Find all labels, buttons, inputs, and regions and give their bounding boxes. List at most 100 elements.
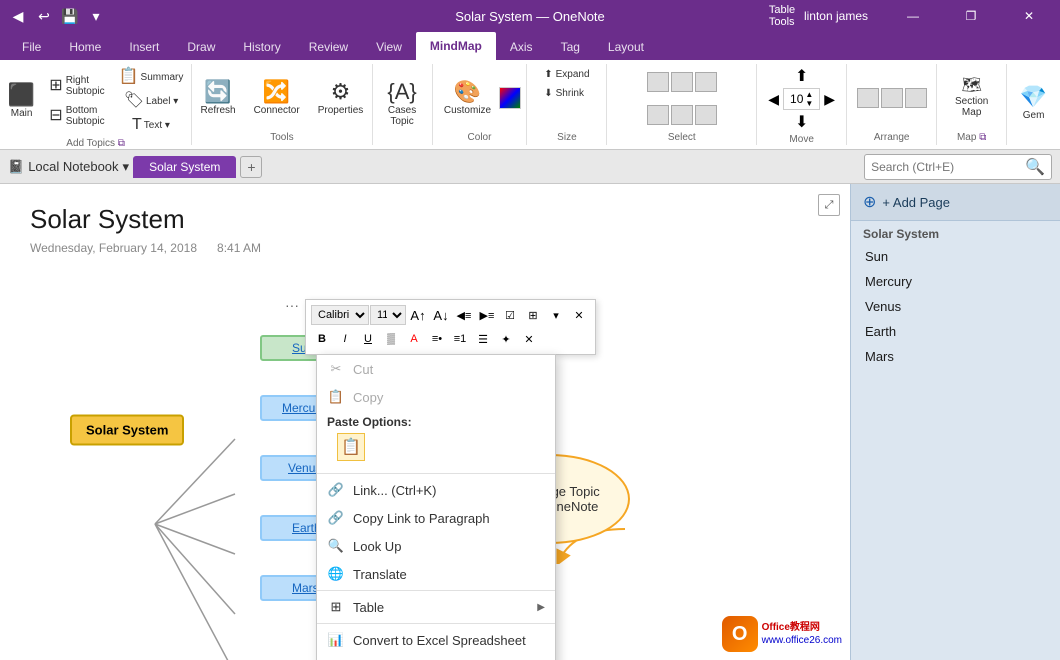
main-button[interactable]: ⬛ Main <box>2 81 41 122</box>
indent-increase-button[interactable]: ▶≡ <box>476 304 498 326</box>
bottom-subtopic-button[interactable]: ⊟ BottomSubtopic <box>43 102 110 130</box>
notebook-title[interactable]: 📓 Local Notebook ▾ <box>8 159 129 175</box>
table-insert-button[interactable]: ⊞ <box>522 304 544 326</box>
arrange-btn-3[interactable] <box>905 88 927 108</box>
search-input[interactable] <box>871 160 1021 174</box>
sidebar-page-mars[interactable]: Mars <box>851 344 1060 369</box>
tab-layout[interactable]: Layout <box>594 34 658 60</box>
clear-format-button[interactable]: ✦ <box>495 328 517 350</box>
tab-review[interactable]: Review <box>295 34 362 60</box>
sidebar-section-title: Solar System <box>851 221 1060 244</box>
summary-button[interactable]: 📋 Summary <box>113 66 190 88</box>
refresh-button[interactable]: 🔄 Refresh <box>195 78 242 119</box>
bottom-subtopic-icon: ⊟ <box>49 108 62 124</box>
paste-icon-button[interactable]: 📋 <box>337 433 365 461</box>
ribbon-tabs: File Home Insert Draw History Review Vie… <box>0 32 1060 60</box>
color-picker[interactable] <box>499 87 521 109</box>
select-btn-6[interactable] <box>695 105 717 125</box>
checkbox-button[interactable]: ☑ <box>499 304 521 326</box>
tab-file[interactable]: File <box>8 34 55 60</box>
ctx-cut[interactable]: ✂ Cut <box>317 355 555 383</box>
bullet-list-button[interactable]: ≡• <box>426 328 448 350</box>
tab-tag[interactable]: Tag <box>547 34 594 60</box>
shrink-button[interactable]: ⬇ Shrink <box>538 85 590 102</box>
close-fmt-button[interactable]: ✕ <box>568 304 590 326</box>
save-icon[interactable]: 💾 <box>60 6 80 26</box>
ctx-lookup[interactable]: 🔍 Look Up <box>317 532 555 560</box>
font-select[interactable]: Calibri <box>311 305 369 325</box>
tab-axis[interactable]: Axis <box>496 34 547 60</box>
connector-button[interactable]: 🔀 Connector <box>248 78 306 119</box>
bold-button[interactable]: B <box>311 328 333 350</box>
move-right-icon[interactable]: ▶ <box>824 91 835 108</box>
select-btn-1[interactable] <box>647 72 669 92</box>
search-icon[interactable]: 🔍 <box>1025 157 1045 177</box>
move-down-icon[interactable]: ⬇ <box>795 112 808 132</box>
ribbon-group-move: ⬆ ◀ 10 ▲▼ ▶ ⬇ Move <box>757 64 847 145</box>
select-btn-3[interactable] <box>695 72 717 92</box>
tab-draw[interactable]: Draw <box>173 34 229 60</box>
ctx-link[interactable]: 🔗 Link... (Ctrl+K) <box>317 476 555 504</box>
tab-history[interactable]: History <box>229 34 294 60</box>
minimize-button[interactable]: — <box>890 0 936 32</box>
ctx-convert-excel[interactable]: 📊 Convert to Excel Spreadsheet <box>317 626 555 654</box>
expand-view-button[interactable]: ⤢ <box>818 194 840 216</box>
number-list-button[interactable]: ≡1 <box>449 328 471 350</box>
expand-button[interactable]: ⬆ Expand <box>538 66 595 83</box>
restore-button[interactable]: ❐ <box>948 0 994 32</box>
move-spinners[interactable]: ▲▼ <box>805 90 813 108</box>
font-shrink-button[interactable]: A↓ <box>430 304 452 326</box>
ctx-paste-header: Paste Options: <box>317 411 555 431</box>
font-size-select[interactable]: 11 <box>370 305 406 325</box>
right-subtopic-button[interactable]: ⊞ RightSubtopic <box>43 72 110 100</box>
text-button[interactable]: T Text ▾ <box>113 114 190 136</box>
close-fmt2-button[interactable]: ✕ <box>518 328 540 350</box>
connector-icon: 🔀 <box>263 81 290 103</box>
underline-button[interactable]: U <box>357 328 379 350</box>
section-map-button[interactable]: 🗺 SectionMap <box>949 75 994 121</box>
select-btn-2[interactable] <box>671 72 693 92</box>
select-btn-5[interactable] <box>671 105 693 125</box>
tab-mindmap[interactable]: MindMap <box>416 32 496 60</box>
add-page-button[interactable]: ⊕ + Add Page <box>851 184 1060 221</box>
ctx-author[interactable]: 👤 linton james at 2/14/2018 9:06 AM <box>317 654 555 660</box>
move-up-icon[interactable]: ⬆ <box>795 66 808 86</box>
customize-icon[interactable]: ▾ <box>86 6 106 26</box>
arrange-btn-1[interactable] <box>857 88 879 108</box>
font-color-button[interactable]: A <box>403 328 425 350</box>
label-button[interactable]: 🏷 Label ▾ <box>113 90 190 112</box>
ctx-copy-link[interactable]: 🔗 Copy Link to Paragraph <box>317 504 555 532</box>
properties-button[interactable]: ⚙ Properties <box>312 78 370 119</box>
gem-button[interactable]: 💎 Gem <box>1014 83 1053 124</box>
more-button[interactable]: ▾ <box>545 304 567 326</box>
sidebar-page-venus[interactable]: Venus <box>851 294 1060 319</box>
ctx-table[interactable]: ⊞ Table ▶ <box>317 593 555 621</box>
ctx-translate[interactable]: 🌐 Translate <box>317 560 555 588</box>
indent-decrease-button[interactable]: ◀≡ <box>453 304 475 326</box>
ribbon-group-map: 🗺 SectionMap Map ⧉ <box>937 64 1007 145</box>
ribbon-group-select: Select <box>607 64 757 145</box>
customize-button[interactable]: 🎨 Customize <box>438 78 497 119</box>
font-grow-button[interactable]: A↑ <box>407 304 429 326</box>
sidebar-page-earth[interactable]: Earth <box>851 319 1060 344</box>
node-solar-system[interactable]: Solar System <box>70 415 184 446</box>
format-more-button[interactable]: ☰ <box>472 328 494 350</box>
select-btn-4[interactable] <box>647 105 669 125</box>
tab-view[interactable]: View <box>362 34 416 60</box>
back-icon[interactable]: ◀ <box>8 6 28 26</box>
undo-icon[interactable]: ↩ <box>34 6 54 26</box>
ctx-copy[interactable]: 📋 Copy <box>317 383 555 411</box>
add-tab-button[interactable]: + <box>240 156 262 178</box>
italic-button[interactable]: I <box>334 328 356 350</box>
ribbon-group-arrange: Arrange <box>847 64 937 145</box>
solar-system-tab[interactable]: Solar System <box>133 156 236 178</box>
move-left-icon[interactable]: ◀ <box>768 91 779 108</box>
arrange-btn-2[interactable] <box>881 88 903 108</box>
cases-topic-button[interactable]: {A} CasesTopic <box>381 78 422 130</box>
tab-home[interactable]: Home <box>55 34 115 60</box>
highlight-button[interactable]: ▒ <box>380 328 402 350</box>
tab-insert[interactable]: Insert <box>115 34 173 60</box>
sidebar-page-sun[interactable]: Sun <box>851 244 1060 269</box>
sidebar-page-mercury[interactable]: Mercury <box>851 269 1060 294</box>
close-button[interactable]: ✕ <box>1006 0 1052 32</box>
